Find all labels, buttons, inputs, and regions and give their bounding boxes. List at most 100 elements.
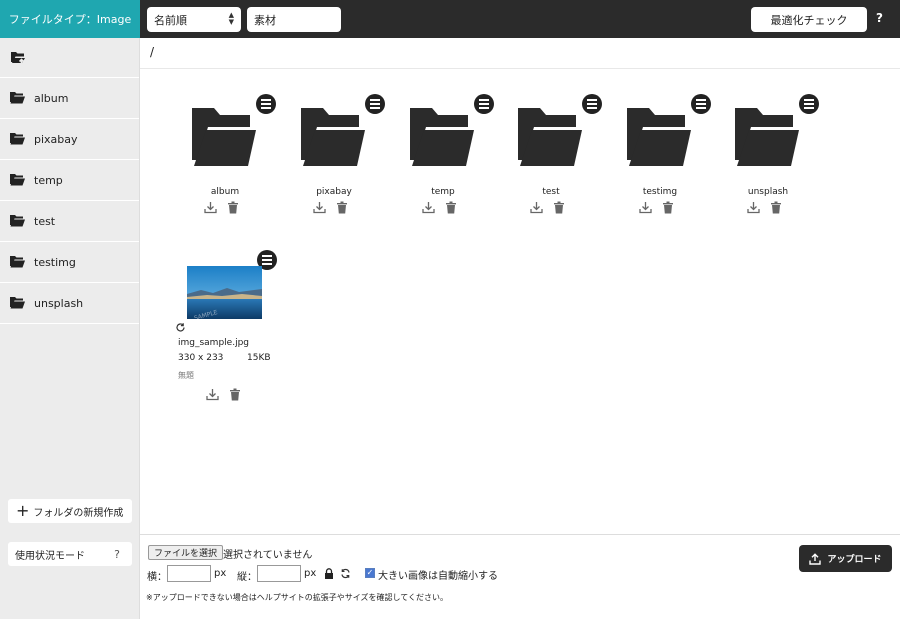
sort-select[interactable]: 名前順 ▲ ▼ [147,7,241,32]
help-icon[interactable]: ? [114,548,120,561]
trash-icon[interactable] [229,388,241,401]
folder-icon [10,133,25,145]
plus-icon: + [16,501,30,520]
folder-actions [204,201,239,214]
height-label: 縦： [237,572,257,583]
folder-card-temp[interactable]: temp [398,94,494,224]
sidebar-item-album[interactable]: album [0,78,139,119]
folder-icon[interactable] [301,108,365,166]
folder-card-test[interactable]: test [506,94,602,224]
divider [140,68,900,69]
sidebar-item-label: test [34,214,56,228]
sidebar: album pixabay temp test testimg unsplash + フォ… [0,38,140,619]
download-icon[interactable] [422,201,435,214]
sidebar-item-label: testimg [34,255,76,269]
new-folder-label: フォルダの新規作成 [33,507,124,519]
auto-resize-label: 大きい画像は自動縮小する [378,571,498,582]
folder-card-pixabay[interactable]: pixabay [289,94,385,224]
upload-button[interactable]: アップロード [799,545,892,572]
refresh-icon[interactable] [175,322,186,333]
lock-icon[interactable] [324,568,334,579]
folder-name: temp [431,187,455,197]
sidebar-item-temp[interactable]: temp [0,160,139,201]
download-icon[interactable] [639,201,652,214]
folder-actions [313,201,348,214]
trash-icon[interactable] [227,201,239,214]
choose-file-button[interactable]: ファイルを選択 [148,545,224,560]
folder-icon[interactable] [192,108,256,166]
height-px-label: px [304,568,317,579]
trash-icon[interactable] [770,201,782,214]
folder-actions [422,201,457,214]
sidebar-item-test[interactable]: test [0,201,139,242]
search-input[interactable] [247,7,341,32]
image-thumbnail[interactable]: SAMPLE [187,266,262,319]
sidebar-item-label: pixabay [34,132,78,146]
select-arrows-icon: ▲ ▼ [228,11,234,26]
download-icon[interactable] [206,388,219,401]
download-icon[interactable] [747,201,760,214]
download-icon[interactable] [530,201,543,214]
no-file-text: 選択されていません [223,550,313,561]
folder-icon[interactable] [735,108,799,166]
top-toolbar: ファイルタイプ：Image 名前順 ▲▼ 最適化チェック ? [0,0,900,38]
folder-actions [639,201,674,214]
height-input[interactable] [257,565,301,582]
trash-icon[interactable] [553,201,565,214]
download-icon[interactable] [204,201,217,214]
folder-card-unsplash[interactable]: unsplash [723,94,819,224]
auto-resize-checkbox[interactable]: ✓ [365,568,375,578]
sidebar-item-testimg[interactable]: testimg [0,242,139,283]
folder-icon [10,92,25,104]
width-input[interactable] [167,565,211,582]
new-folder-button[interactable]: + フォルダの新規作成 [8,499,132,523]
help-button[interactable]: ? [876,11,883,25]
folder-menu-icon[interactable] [474,94,494,114]
folder-card-album[interactable]: album [180,94,276,224]
sidebar-item-label: temp [34,173,63,187]
breadcrumb: / [150,45,155,59]
folder-menu-icon[interactable] [691,94,711,114]
image-file-card[interactable]: SAMPLE img_sample.jpg 330 x 233 15KB 無題 [172,250,282,410]
image-actions [206,388,241,401]
upload-footer: ファイルを選択 選択されていません 横： px 縦： px ✓ 大きい画像は自動… [140,534,900,619]
upload-label: アップロード [827,555,882,565]
image-filesize: 15KB [247,353,271,363]
folder-card-testimg[interactable]: testimg [615,94,711,224]
image-filename: img_sample.jpg [178,338,249,348]
folder-icon [10,297,25,309]
folder-menu-icon[interactable] [582,94,602,114]
folder-icon[interactable] [518,108,582,166]
folder-icon[interactable] [410,108,474,166]
sidebar-item-label: unsplash [34,296,84,310]
folder-menu-icon[interactable] [256,94,276,114]
trash-icon[interactable] [336,201,348,214]
folder-name: pixabay [316,187,352,197]
folder-menu-icon[interactable] [365,94,385,114]
folder-up-icon [11,51,25,64]
sidebar-item-pixabay[interactable]: pixabay [0,119,139,160]
sync-icon[interactable] [340,568,351,579]
download-icon[interactable] [313,201,326,214]
trash-icon[interactable] [445,201,457,214]
folder-actions [530,201,565,214]
usage-mode-button[interactable]: 使用状況モード ? [8,542,132,566]
folder-icon[interactable] [627,108,691,166]
image-title: 無題 [178,371,194,380]
folder-icon [10,215,25,227]
folder-icon [10,256,25,268]
upload-icon [809,552,822,565]
image-dimensions: 330 x 233 [178,353,224,363]
width-label: 横： [147,572,167,583]
trash-icon[interactable] [662,201,674,214]
optimize-check-button[interactable]: 最適化チェック [751,7,867,32]
sort-select-value: 名前順 [154,13,187,27]
parent-folder-button[interactable] [0,38,139,78]
folder-name: test [542,187,560,197]
folder-name: unsplash [747,187,789,197]
sidebar-item-label: album [34,91,69,105]
usage-mode-label: 使用状況モード [15,550,85,562]
folder-name: testimg [642,187,678,197]
folder-menu-icon[interactable] [799,94,819,114]
sidebar-item-unsplash[interactable]: unsplash [0,283,139,324]
